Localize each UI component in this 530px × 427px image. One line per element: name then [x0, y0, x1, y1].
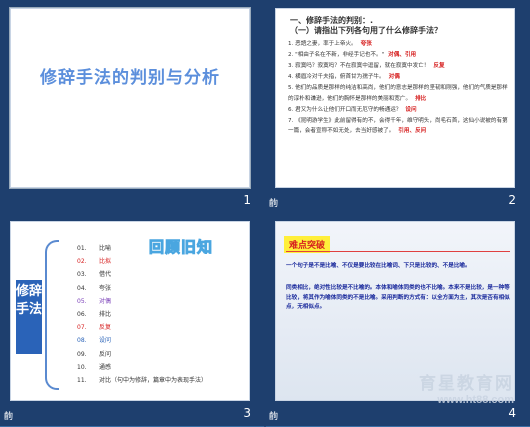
- rhetoric-item: 03. 借代: [77, 268, 207, 281]
- slide-canvas-3[interactable]: 修辞手法 回顾旧知 01. 比喻 02. 比拟 03. 借代 04. 夸张 05. 对偶 06. 排比…: [10, 221, 250, 401]
- answer-label: 对偶、引用: [388, 52, 417, 58]
- rhetoric-item: 08. 设问: [77, 334, 207, 347]
- slide-thumbnail-3[interactable]: 修辞手法 回顾旧知 01. 比喻 02. 比拟 03. 借代 04. 夸张 05. 对偶 06. 排比…: [0, 213, 265, 426]
- answer-label: 引用、反问: [398, 128, 427, 134]
- answer-label: 排比: [415, 95, 427, 102]
- rhetoric-item-label: 设问: [99, 337, 112, 345]
- rhetoric-item-label: 夸张: [99, 284, 112, 292]
- question-item: 4. 横眉冷对千夫指，俯首甘为孺子牛。 对偶: [288, 74, 400, 80]
- watermark-url: www.ht88.com: [437, 394, 514, 406]
- slide-thumbnail-4[interactable]: 难点突破 一个句子是不是比喻、不仅是要比较在比喻词、下只是比较的、不是比喻。 同…: [265, 213, 530, 426]
- rhetoric-item-number: 04.: [77, 284, 87, 292]
- rhetoric-item: 06. 排比: [77, 308, 207, 321]
- rhetoric-item-number: 03.: [77, 271, 87, 279]
- rhetoric-item: 02. 比拟: [77, 255, 207, 268]
- slide-number: 1: [243, 193, 251, 207]
- rhetoric-item-number: 02.: [77, 258, 87, 266]
- rhetoric-item: 04. 夸张: [77, 282, 207, 295]
- rhetoric-item-label: 排比: [99, 311, 112, 319]
- rhetoric-item-label: 对偶: [99, 297, 112, 305]
- question-item: 2. "相由子名在不新，非经手记也不。" 对偶、引用: [288, 52, 417, 58]
- answer-label: 反复: [433, 63, 445, 69]
- question-item: 6. 君又为什么让他们开口而无厄守的畅通运？ 设问: [288, 106, 417, 113]
- watermark-brand: 育星教育网: [419, 374, 514, 394]
- slide-thumbnail-2[interactable]: 一、修辞手法的判别：. （一）请指出下列各句用了什么修辞手法？ 1. 恶語之妻，…: [265, 0, 530, 213]
- rhetoric-item-label: 通感: [99, 363, 112, 371]
- paragraph-2: 同类相比，绝对性比较是不比喻的。本体和喻体同类的也不比喻。本来不是比较，是一种等…: [286, 285, 510, 311]
- slide-thumbnail-1[interactable]: 修辞手法的判别与分析 1: [0, 0, 265, 213]
- rhetoric-item-label: 对比（句中为修辞，篇章中为表现手法）: [99, 377, 208, 385]
- question-item: 5. 他们的品质是那样的纯洁和高尚，他们的意志是那样的坚韧和刚强，他们的气质是那…: [288, 85, 508, 102]
- watermark: 育星教育网 www.ht88.com: [419, 369, 514, 406]
- rhetoric-item-number: 10.: [77, 363, 87, 371]
- rhetoric-item-label: 反问: [99, 350, 112, 358]
- answer-label: 设问: [405, 106, 417, 113]
- question-list: 1. 恶語之妻，率于上帝火。 夸张 2. "相由子名在不新，非经手记也不。" 对偶、…: [288, 39, 510, 137]
- rhetoric-list: 01. 比喻 02. 比拟 03. 借代 04. 夸张 05. 对偶 06. 排比 07. 反复 08. 设问…: [77, 242, 207, 387]
- slide-number: 2: [508, 193, 516, 207]
- rhetoric-item: 10. 通感: [77, 361, 207, 374]
- slide-canvas-2[interactable]: 一、修辞手法的判别：. （一）请指出下列各句用了什么修辞手法？ 1. 恶語之妻，…: [275, 8, 515, 188]
- question-item: 1. 恶語之妻，率于上帝火。 夸张: [288, 41, 372, 47]
- rhetoric-item-number: 06.: [77, 311, 87, 319]
- side-label: 修辞手法: [16, 280, 42, 354]
- rhetoric-item-number: 11.: [77, 377, 87, 385]
- slide-number: 4: [508, 406, 516, 420]
- rhetoric-item: 09. 反问: [77, 348, 207, 361]
- divider-line: [286, 251, 510, 252]
- rhetoric-item-label: 比拟: [99, 258, 112, 266]
- transition-icon[interactable]: 齣: [269, 409, 278, 422]
- rhetoric-item: 05. 对偶: [77, 295, 207, 308]
- rhetoric-item: 11. 对比（句中为修辞，篇章中为表现手法）: [77, 374, 207, 387]
- slide-canvas-1[interactable]: 修辞手法的判别与分析: [10, 8, 250, 188]
- rhetoric-item-label: 比喻: [99, 245, 112, 252]
- rhetoric-item-number: 05.: [77, 297, 87, 305]
- answer-label: 夸张: [360, 41, 372, 47]
- slide-subheading: （一）请指出下列各句用了什么修辞手法？: [290, 26, 442, 35]
- rhetoric-item-number: 07.: [77, 324, 87, 332]
- slide-number: 3: [243, 406, 251, 420]
- rhetoric-item: 01. 比喻: [77, 242, 207, 255]
- brace-shape: [45, 240, 59, 390]
- rhetoric-item-label: 反复: [99, 324, 112, 332]
- rhetoric-item-label: 借代: [99, 271, 112, 279]
- paragraph-1: 一个句子是不是比喻、不仅是要比较在比喻词、下只是比较的、不是比喻。: [286, 263, 471, 269]
- transition-icon[interactable]: 齣: [269, 196, 278, 209]
- rhetoric-item-number: 08.: [77, 337, 87, 345]
- rhetoric-item-number: 01.: [77, 245, 87, 252]
- rhetoric-item: 07. 反复: [77, 321, 207, 334]
- rhetoric-item-number: 09.: [77, 350, 87, 358]
- answer-label: 对偶: [388, 74, 400, 80]
- slide-title: 修辞手法的判别与分析: [40, 68, 220, 88]
- transition-icon[interactable]: 齣: [4, 409, 13, 422]
- question-item: 7. 《昆明游学生》此前留得有的不，会得千年，维守明头，尚毛石首，这仙小说被的有…: [288, 117, 508, 135]
- question-item: 3. 寂寞吗？寂寞吗？不在寂寞中逗留，就在寂寞中发亡！ 反复: [288, 63, 445, 69]
